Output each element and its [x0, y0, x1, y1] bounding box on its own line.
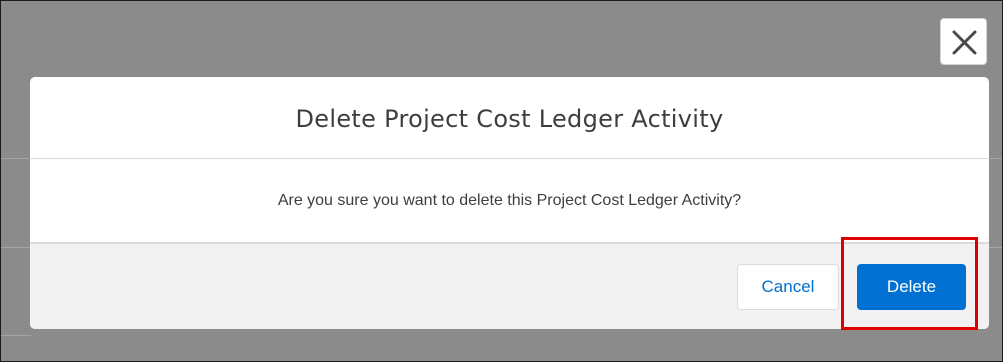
- modal-footer: Cancel Delete: [30, 242, 989, 329]
- confirmation-message: Are you sure you want to delete this Pro…: [277, 191, 742, 209]
- background-divider: [1, 158, 31, 159]
- close-button[interactable]: [940, 18, 987, 65]
- delete-confirmation-modal: Delete Project Cost Ledger Activity Are …: [30, 77, 989, 329]
- screenshot-frame: Delete Project Cost Ledger Activity Are …: [0, 0, 1003, 362]
- delete-button[interactable]: Delete: [857, 264, 966, 310]
- background-divider: [989, 158, 1002, 159]
- cancel-button[interactable]: Cancel: [737, 264, 839, 310]
- background-divider: [989, 247, 1002, 248]
- background-divider: [1, 335, 31, 336]
- modal-body: Are you sure you want to delete this Pro…: [30, 159, 989, 242]
- modal-header: Delete Project Cost Ledger Activity: [30, 77, 989, 159]
- background-divider: [1, 247, 31, 248]
- close-icon: [952, 30, 977, 55]
- modal-title: Delete Project Cost Ledger Activity: [295, 104, 724, 133]
